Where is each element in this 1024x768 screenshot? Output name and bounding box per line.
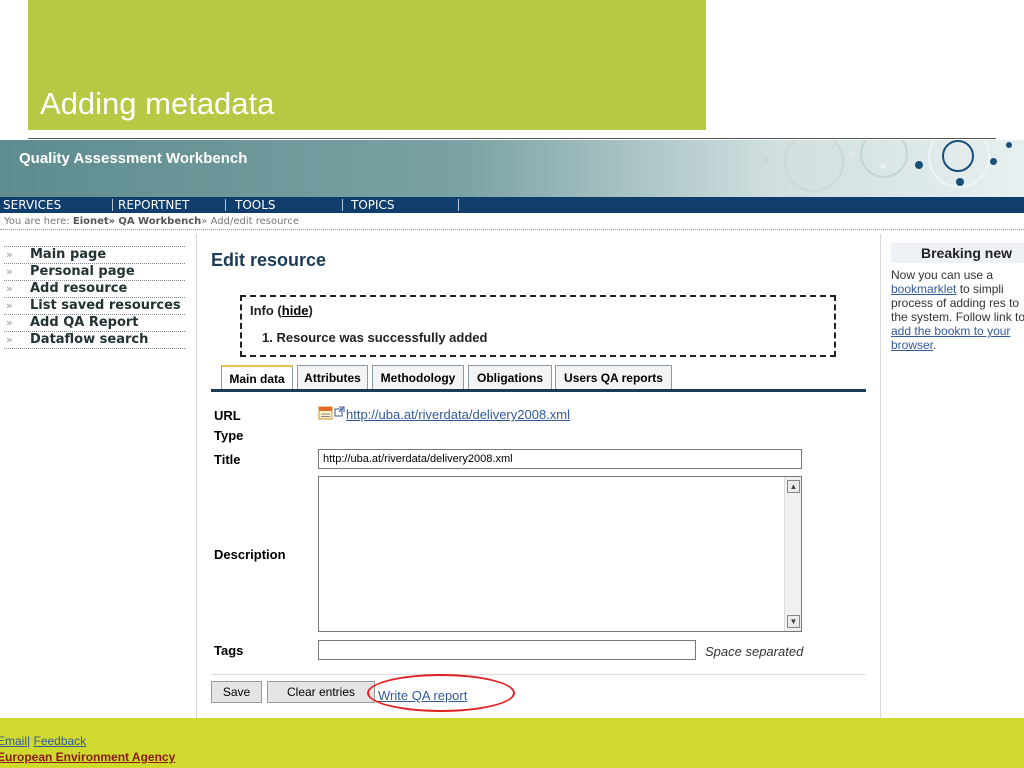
decor-dot [990, 158, 997, 165]
info-message: 1. Resource was successfully added [262, 330, 488, 345]
scroll-down-icon[interactable]: ▼ [787, 615, 800, 628]
left-nav-border [196, 234, 197, 718]
app-title: Quality Assessment Workbench [19, 150, 248, 167]
tab-attributes[interactable]: Attributes [297, 365, 368, 390]
info-close-paren: ) [308, 303, 313, 318]
chevron-right-icon: » [6, 282, 13, 295]
breadcrumb-separator: » [201, 216, 208, 227]
left-nav: » Main page » Personal page » Add resource … [4, 246, 185, 349]
nav-label: Main page [30, 247, 107, 262]
nav-dataflow-search[interactable]: » Dataflow search [4, 332, 185, 349]
breadcrumb-rule [0, 229, 1024, 230]
tab-methodology[interactable]: Methodology [372, 365, 464, 390]
news-text-3: . [933, 338, 937, 352]
breadcrumb-current: Add/edit resource [210, 216, 299, 227]
menu-topics[interactable]: TOPICS [348, 198, 395, 212]
menu-separator [225, 199, 226, 211]
decor-dot [880, 163, 886, 169]
clear-entries-button[interactable]: Clear entries [267, 681, 375, 703]
chevron-right-icon: » [6, 316, 13, 329]
menu-reportnet[interactable]: REPORTNET [115, 198, 189, 212]
decor-dot [848, 151, 855, 158]
bookmarklet-link[interactable]: bookmarklet [891, 282, 956, 296]
decor-dot [915, 161, 923, 169]
tab-underline [211, 389, 866, 392]
breaking-news-heading: Breaking new [891, 243, 1024, 263]
chevron-right-icon: » [6, 333, 13, 346]
add-bookmark-link[interactable]: add the bookm to your browser [891, 324, 1010, 352]
save-button[interactable]: Save [211, 681, 262, 703]
description-label: Description [214, 547, 286, 562]
email-link[interactable]: Email [0, 734, 27, 748]
textarea-scrollbar[interactable]: ▲ ▼ [784, 477, 801, 631]
highlight-ellipse [367, 674, 515, 712]
nav-label: Personal page [30, 264, 135, 279]
app-header: Quality Assessment Workbench [0, 140, 1024, 197]
type-label: Type [214, 428, 244, 443]
chevron-right-icon: » [6, 265, 13, 278]
scroll-up-icon[interactable]: ▲ [787, 480, 800, 493]
menu-separator [112, 199, 113, 211]
hide-link[interactable]: hide [282, 303, 309, 318]
nav-label: Dataflow search [30, 332, 149, 347]
xml-file-icon [318, 406, 333, 420]
breaking-news-text: Now you can use a bookmarklet to simpli … [891, 268, 1024, 352]
menu-tools[interactable]: TOOLS [232, 198, 276, 212]
tags-input[interactable] [318, 640, 696, 660]
nav-main-page[interactable]: » Main page [4, 247, 185, 264]
url-link[interactable]: http://uba.at/riverdata/delivery2008.xml [346, 407, 570, 422]
chevron-right-icon: » [6, 248, 13, 261]
decor-dot [1006, 142, 1012, 148]
title-input[interactable] [318, 449, 802, 469]
description-textarea[interactable]: ▲ ▼ [318, 476, 802, 632]
external-link-icon [334, 406, 345, 417]
menu-services[interactable]: SERVICES [0, 198, 61, 212]
news-text-1: Now you can use a [891, 268, 994, 282]
footer-separator: | [27, 734, 31, 748]
tab-users-qa-reports[interactable]: Users QA reports [555, 365, 672, 390]
info-label: Info ( [250, 303, 282, 318]
tags-label: Tags [214, 643, 244, 658]
breadcrumb-qaw[interactable]: QA Workbench [118, 216, 201, 227]
breadcrumb: You are here: Eionet» QA Workbench» Add/… [4, 216, 299, 227]
decor-circle [784, 140, 844, 192]
menu-bar: SERVICES REPORTNET TOOLS TOPICS [0, 197, 1024, 213]
nav-list-saved-resources[interactable]: » List saved resources [4, 298, 185, 315]
decor-dot [762, 156, 770, 164]
footer: Email| Feedback European Environment Age… [0, 718, 1024, 768]
nav-personal-page[interactable]: » Personal page [4, 264, 185, 281]
url-icons [318, 406, 345, 420]
right-column-border [880, 234, 881, 718]
info-box: Info (hide) 1. Resource was successfully… [240, 295, 836, 357]
tab-main-data[interactable]: Main data [221, 365, 293, 390]
title-label: Title [214, 452, 241, 467]
nav-add-resource[interactable]: » Add resource [4, 281, 185, 298]
chevron-right-icon: » [6, 299, 13, 312]
page-title: Edit resource [211, 250, 327, 270]
footer-links: Email| Feedback [0, 734, 86, 748]
slide-divider [28, 138, 996, 139]
breadcrumb-prefix: You are here: [4, 216, 70, 227]
slide-title: Adding metadata [40, 86, 275, 121]
breadcrumb-eionet[interactable]: Eionet [73, 216, 109, 227]
menu-separator [342, 199, 343, 211]
screenshot: Quality Assessment Workbench SERVICES RE… [0, 140, 1024, 718]
info-heading: Info (hide) [250, 303, 313, 318]
tags-hint: Space separated [705, 644, 804, 659]
nav-add-qa-report[interactable]: » Add QA Report [4, 315, 185, 332]
feedback-link[interactable]: Feedback [33, 734, 86, 748]
nav-label: Add QA Report [30, 315, 139, 330]
menu-separator [458, 199, 459, 211]
form-divider [211, 674, 866, 675]
tab-obligations[interactable]: Obligations [468, 365, 552, 390]
nav-label: List saved resources [30, 298, 181, 313]
slide: Adding metadata Quality Assessment Workb… [0, 0, 1024, 768]
nav-label: Add resource [30, 281, 128, 296]
decor-circle [942, 140, 974, 172]
breadcrumb-separator: » [108, 216, 116, 227]
decor-dot [956, 178, 964, 186]
decor-circle [860, 140, 908, 178]
url-label: URL [214, 408, 241, 423]
agency-link[interactable]: European Environment Agency [0, 750, 175, 764]
